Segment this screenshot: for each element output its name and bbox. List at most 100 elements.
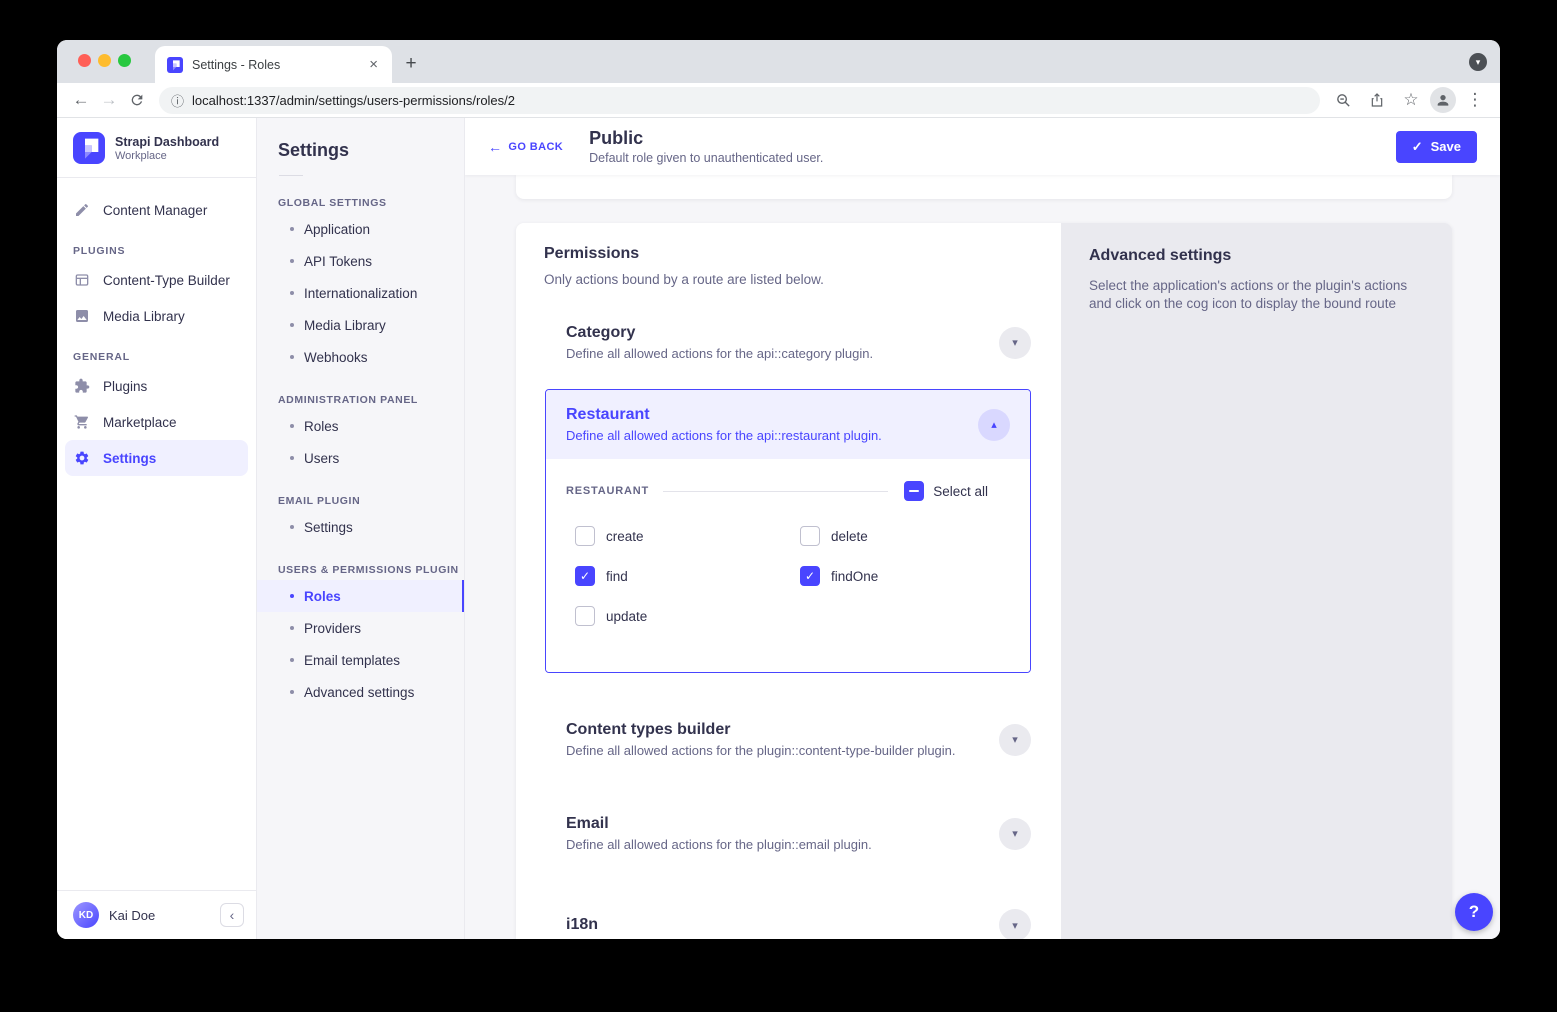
browser-profile-avatar[interactable]	[1430, 87, 1456, 113]
action-delete[interactable]: delete	[800, 526, 1010, 546]
subnav-item-label: API Tokens	[304, 254, 372, 269]
divider	[663, 491, 888, 492]
accordion-title: Content types builder	[566, 721, 987, 739]
browser-window: Settings - Roles × + ▾ ← → ⓘ localhost:1…	[57, 40, 1500, 939]
site-info-icon[interactable]: ⓘ	[171, 91, 184, 110]
check-icon: ✓	[580, 569, 590, 583]
delete-checkbox[interactable]	[800, 526, 820, 546]
action-findone[interactable]: ✓ findOne	[800, 566, 1010, 586]
sidebar-item-settings[interactable]: Settings	[65, 440, 248, 476]
chevron-down-icon: ▾	[1012, 336, 1018, 349]
subnav-item-application[interactable]: Application	[257, 213, 464, 245]
restaurant-permissions-body: RESTAURANT Select all	[546, 459, 1030, 672]
sidebar-section-plugins: PLUGINS	[73, 245, 240, 257]
reload-button[interactable]	[123, 86, 151, 114]
expand-ctb-button[interactable]: ▾	[999, 724, 1031, 756]
accordion-content-types-builder[interactable]: Content types builder Define all allowed…	[544, 721, 1061, 758]
share-icon[interactable]	[1362, 86, 1392, 114]
subnav-item-label: Webhooks	[304, 350, 368, 365]
bullet-icon	[290, 456, 294, 460]
subnav-item-internationalization[interactable]: Internationalization	[257, 277, 464, 309]
url-text: localhost:1337/admin/settings/users-perm…	[192, 93, 515, 108]
permissions-subtitle: Only actions bound by a route are listed…	[544, 272, 1061, 287]
find-checkbox[interactable]: ✓	[575, 566, 595, 586]
sidebar-item-label: Content-Type Builder	[103, 273, 230, 288]
help-button[interactable]: ?	[1455, 893, 1493, 931]
expand-email-button[interactable]: ▾	[999, 818, 1031, 850]
go-back-link[interactable]: ← GO BACK	[488, 139, 563, 155]
sidebar-item-media-library[interactable]: Media Library	[65, 298, 248, 334]
subnav-item-label: Providers	[304, 621, 361, 636]
browser-menu-icon[interactable]: ⋮	[1460, 86, 1490, 114]
subnav-item-media-library[interactable]: Media Library	[257, 309, 464, 341]
close-window-button[interactable]	[78, 54, 91, 67]
subnav-item-webhooks[interactable]: Webhooks	[257, 341, 464, 373]
strapi-app: Strapi Dashboard Workplace Content Manag…	[57, 118, 1500, 939]
zoom-window-button[interactable]	[118, 54, 131, 67]
subnav-item-admin-users[interactable]: Users	[257, 442, 464, 474]
sidebar-item-label: Content Manager	[103, 203, 207, 218]
expand-i18n-button[interactable]: ▾	[999, 909, 1031, 939]
action-find[interactable]: ✓ find	[575, 566, 800, 586]
create-checkbox[interactable]	[575, 526, 595, 546]
sidebar-item-content-manager[interactable]: Content Manager	[65, 192, 248, 228]
new-tab-button[interactable]: +	[398, 51, 424, 77]
cart-icon	[73, 413, 91, 431]
gear-icon	[73, 449, 91, 467]
subnav-item-admin-roles[interactable]: Roles	[257, 410, 464, 442]
user-avatar[interactable]: KD	[73, 902, 99, 928]
accordion-title: i18n	[566, 916, 987, 934]
sidebar-item-content-type-builder[interactable]: Content-Type Builder	[65, 262, 248, 298]
minimize-window-button[interactable]	[98, 54, 111, 67]
subnav-item-email-templates[interactable]: Email templates	[257, 644, 464, 676]
select-all-checkbox[interactable]	[904, 481, 924, 501]
page-title: Public	[589, 128, 823, 149]
role-details-card-fragment	[516, 175, 1452, 199]
accordion-desc: Define all allowed actions for the api::…	[566, 346, 987, 361]
subnav-item-api-tokens[interactable]: API Tokens	[257, 245, 464, 277]
action-create[interactable]: create	[575, 526, 800, 546]
expand-category-button[interactable]: ▾	[999, 327, 1031, 359]
select-all-control[interactable]: Select all	[904, 481, 988, 501]
bullet-icon	[290, 658, 294, 662]
collapse-restaurant-button[interactable]: ▴	[978, 409, 1010, 441]
subnav-item-advanced-settings[interactable]: Advanced settings	[257, 676, 464, 708]
action-label: update	[606, 609, 647, 624]
bullet-icon	[290, 291, 294, 295]
strapi-logo-icon	[73, 132, 105, 164]
subnav-group-email-plugin: EMAIL PLUGIN	[278, 495, 464, 507]
workspace-brand[interactable]: Strapi Dashboard Workplace	[57, 118, 256, 178]
restaurant-actions-grid: create delete ✓ find	[566, 526, 1010, 626]
back-button[interactable]: ←	[67, 86, 95, 114]
bookmark-star-icon[interactable]: ☆	[1396, 86, 1426, 114]
subnav-item-providers[interactable]: Providers	[257, 612, 464, 644]
action-label: create	[606, 529, 644, 544]
sidebar-item-plugins[interactable]: Plugins	[65, 368, 248, 404]
address-bar[interactable]: ⓘ localhost:1337/admin/settings/users-pe…	[159, 87, 1320, 114]
findone-checkbox[interactable]: ✓	[800, 566, 820, 586]
accordion-restaurant-header[interactable]: Restaurant Define all allowed actions fo…	[546, 390, 1030, 459]
browser-tab[interactable]: Settings - Roles ×	[155, 46, 392, 83]
accordion-email[interactable]: Email Define all allowed actions for the…	[544, 815, 1061, 852]
accordion-desc: Define all allowed actions for the api::…	[566, 428, 966, 443]
subnav-item-up-roles[interactable]: Roles	[257, 580, 464, 612]
collapse-sidebar-button[interactable]: ‹	[220, 903, 244, 927]
sidebar-item-marketplace[interactable]: Marketplace	[65, 404, 248, 440]
subnav-item-email-settings[interactable]: Settings	[257, 511, 464, 543]
accordion-category[interactable]: Category Define all allowed actions for …	[544, 324, 1061, 361]
action-label: delete	[831, 529, 868, 544]
accordion-title: Category	[566, 324, 987, 342]
tab-search-button[interactable]: ▾	[1469, 53, 1487, 71]
save-button[interactable]: ✓ Save	[1396, 131, 1477, 163]
tab-close-icon[interactable]: ×	[365, 56, 382, 73]
tab-strip: Settings - Roles × + ▾	[57, 40, 1500, 83]
chevron-down-icon: ▾	[1012, 919, 1018, 932]
bullet-icon	[290, 323, 294, 327]
action-update[interactable]: update	[575, 606, 800, 626]
bullet-icon	[290, 525, 294, 529]
accordion-i18n[interactable]: i18n ▾	[544, 909, 1061, 939]
update-checkbox[interactable]	[575, 606, 595, 626]
page-subtitle: Default role given to unauthenticated us…	[589, 151, 823, 165]
zoom-out-icon[interactable]	[1328, 86, 1358, 114]
subnav-item-label: Roles	[304, 589, 341, 604]
